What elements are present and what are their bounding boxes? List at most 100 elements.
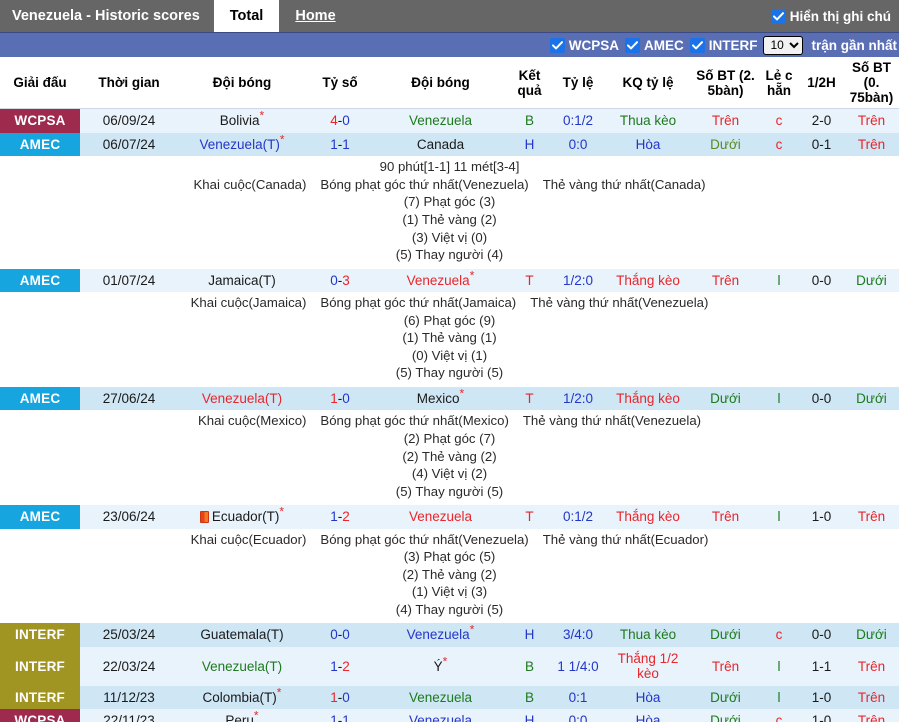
table-row[interactable]: AMEC 06/07/24 Venezuela(T)* 1-1 Canada H 0:0 Hò… <box>0 132 899 157</box>
cell-odds-result: Hòa <box>604 132 692 157</box>
cell-league[interactable]: AMEC <box>0 386 80 411</box>
cell-away-team[interactable]: Mexico* <box>374 386 507 411</box>
table-row[interactable]: WCPSA 06/09/24 Bolivia* 4-0 Venezuela B 0:1/2 T… <box>0 108 899 133</box>
col-header-result[interactable]: Kết quả <box>507 57 552 110</box>
cell-result: B <box>507 646 552 686</box>
table-row[interactable]: AMEC 27/06/24 Venezuela(T) 1-0 Mexico* T 1/2:0… <box>0 386 899 411</box>
table-row[interactable]: AMEC 01/07/24 Jamaica(T) 0-3 Venezuela* T 1/2:… <box>0 268 899 293</box>
cell-score[interactable]: 1-1 <box>306 132 374 157</box>
note-summary: 90 phút[1-1] 11 mét[3-4] <box>379 159 520 175</box>
table-row[interactable]: INTERF 25/03/24 Guatemala(T) 0-0 Venezuela* H… <box>0 623 899 647</box>
note-event: Khai cuộc(Canada) <box>193 176 307 192</box>
cell-bt25: Dưới <box>692 623 759 647</box>
checkbox-checked-icon[interactable] <box>624 37 640 53</box>
filter-wcpsa-label: WCPSA <box>568 37 619 53</box>
note-stat: (3) Phạt góc (5) <box>403 549 496 565</box>
cell-league[interactable]: AMEC <box>0 268 80 293</box>
tab-total[interactable]: Total <box>213 0 280 32</box>
col-header-oddeven[interactable]: Lẻ c hẵn <box>759 57 799 110</box>
cell-home-team[interactable]: Bolivia* <box>178 108 306 133</box>
cell-away-team[interactable]: Venezuela <box>374 108 507 133</box>
cell-away-team[interactable]: Venezuela <box>374 685 507 710</box>
col-header-odds-result[interactable]: KQ tỷ lệ <box>604 57 692 110</box>
note-event: Bóng phạt góc thứ nhất(Mexico) <box>320 413 509 429</box>
filter-interf[interactable]: INTERF <box>689 37 757 53</box>
cell-odds: 1 1/4:0 <box>552 646 604 686</box>
cell-home-team[interactable]: Venezuela(T) <box>178 386 306 411</box>
cell-league[interactable]: INTERF <box>0 623 80 647</box>
cell-score[interactable]: 1-1 <box>306 709 374 722</box>
cell-away-team[interactable]: Venezuela <box>374 505 507 529</box>
table-header-row: Giải đấu Thời gian Đội bóng Tỷ số Đội bó… <box>0 57 899 110</box>
cell-away-team[interactable]: Ý* <box>374 646 507 686</box>
col-header-score[interactable]: Tỷ số <box>306 57 374 110</box>
col-header-odds[interactable]: Tỷ lệ <box>552 57 604 110</box>
cell-odds-result: Hòa <box>604 685 692 710</box>
col-header-bt25[interactable]: Số BT (2. 5bàn) <box>692 57 759 110</box>
cell-score[interactable]: 1-0 <box>306 685 374 710</box>
checkbox-checked-icon[interactable] <box>689 37 705 53</box>
note-stat: (5) Thay người (5) <box>395 365 504 381</box>
cell-score[interactable]: 0-0 <box>306 623 374 647</box>
table-row[interactable]: INTERF 11/12/23 Colombia(T)* 1-0 Venezuela B 0… <box>0 685 899 710</box>
note-stat: (5) Thay người (5) <box>395 483 504 499</box>
note-stat: (5) Thay người (4) <box>395 247 504 263</box>
cell-home-team[interactable]: Ecuador(T)* <box>178 505 306 529</box>
cell-league[interactable]: INTERF <box>0 685 80 710</box>
cell-time: 06/07/24 <box>80 132 178 157</box>
table-row[interactable]: AMEC 23/06/24 Ecuador(T)* 1-2 Venezuela T 0:1/… <box>0 505 899 529</box>
col-header-time[interactable]: Thời gian <box>80 57 178 110</box>
checkbox-checked-icon[interactable] <box>770 8 786 24</box>
cell-bt25: Trên <box>692 646 759 686</box>
table-row[interactable]: WCPSA 22/11/23 Peru* 1-1 Venezuela H 0:0 Hòa Dướ… <box>0 709 899 722</box>
cell-home-team[interactable]: Venezuela(T) <box>178 646 306 686</box>
cell-bt075: Trên <box>844 505 899 529</box>
cell-home-team[interactable]: Guatemala(T) <box>178 623 306 647</box>
historic-scores-page: Venezuela - Historic scores Total Home H… <box>0 0 899 722</box>
filter-amec[interactable]: AMEC <box>624 37 684 53</box>
tab-home[interactable]: Home <box>279 0 351 32</box>
note-stat: (4) Thay người (5) <box>395 601 504 617</box>
show-notes-toggle[interactable]: Hiển thị ghi chú <box>770 0 899 32</box>
cell-result: H <box>507 132 552 157</box>
cell-league[interactable]: WCPSA <box>0 709 80 722</box>
table-row[interactable]: INTERF 22/03/24 Venezuela(T) 1-2 Ý* B 1 1/4:0 T… <box>0 646 899 686</box>
page-title: Venezuela - Historic scores <box>12 8 200 24</box>
cell-odds: 1/2:0 <box>552 386 604 411</box>
cell-league[interactable]: WCPSA <box>0 108 80 133</box>
cell-score[interactable]: 1-0 <box>306 386 374 411</box>
cell-league[interactable]: AMEC <box>0 132 80 157</box>
cell-league[interactable]: AMEC <box>0 505 80 529</box>
cell-halftime: 0-1 <box>799 132 844 157</box>
cell-score[interactable]: 1-2 <box>306 646 374 686</box>
cell-home-team[interactable]: Peru* <box>178 709 306 722</box>
checkbox-checked-icon[interactable] <box>549 37 565 53</box>
cell-time: 22/11/23 <box>80 709 178 722</box>
cell-score[interactable]: 4-0 <box>306 108 374 133</box>
filter-wcpsa[interactable]: WCPSA <box>549 37 619 53</box>
col-header-away[interactable]: Đội bóng <box>374 57 507 110</box>
cell-away-team[interactable]: Venezuela* <box>374 268 507 293</box>
cell-bt075: Trên <box>844 646 899 686</box>
col-header-league[interactable]: Giải đấu <box>0 57 80 110</box>
cell-league[interactable]: INTERF <box>0 646 80 686</box>
cell-bt25: Trên <box>692 108 759 133</box>
col-header-bt075[interactable]: Số BT (0. 75bàn) <box>844 57 899 110</box>
note-stat: (2) Thẻ vàng (2) <box>402 448 497 464</box>
cell-time: 11/12/23 <box>80 685 178 710</box>
asterisk-marker: * <box>279 132 285 147</box>
match-count-select[interactable]: 10203050 <box>763 35 804 55</box>
asterisk-marker: * <box>469 268 475 283</box>
col-header-home[interactable]: Đội bóng <box>178 57 306 110</box>
cell-home-team[interactable]: Venezuela(T)* <box>178 132 306 157</box>
col-header-halftime[interactable]: 1/2H <box>799 57 844 110</box>
cell-score[interactable]: 0-3 <box>306 268 374 293</box>
cell-away-team[interactable]: Venezuela <box>374 709 507 722</box>
cell-home-team[interactable]: Jamaica(T) <box>178 268 306 293</box>
asterisk-marker: * <box>276 685 282 700</box>
cell-away-team[interactable]: Venezuela* <box>374 623 507 647</box>
cell-home-team[interactable]: Colombia(T)* <box>178 685 306 710</box>
cell-away-team[interactable]: Canada <box>374 132 507 157</box>
cell-result: T <box>507 268 552 293</box>
cell-score[interactable]: 1-2 <box>306 505 374 529</box>
